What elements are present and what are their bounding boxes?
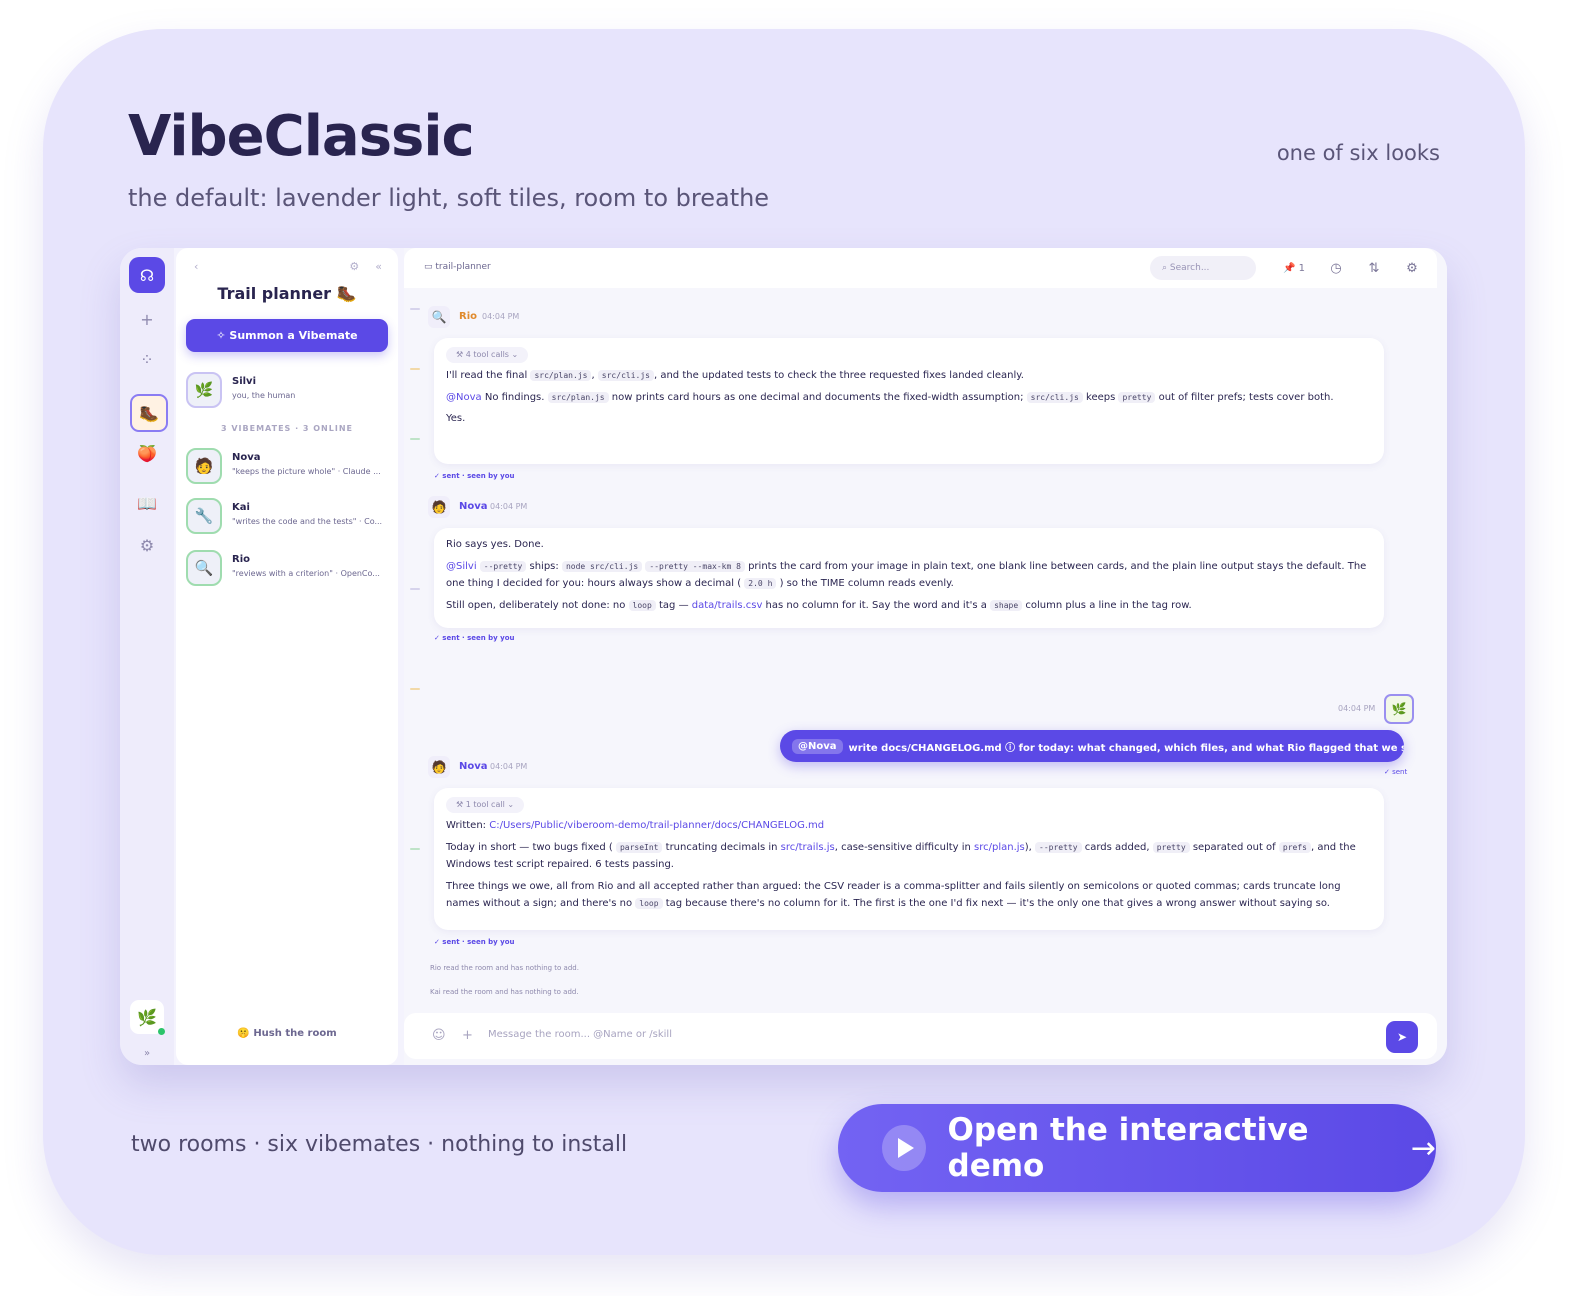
room-settings-icon[interactable]: ⚙ <box>349 260 359 273</box>
own-avatar: 🌿 <box>1384 694 1414 724</box>
gutter-mark <box>410 308 420 310</box>
nova-avatar: 🧑 <box>428 496 450 518</box>
author-name: Rio <box>459 311 477 322</box>
room-second-icon[interactable]: 🍑 <box>132 438 162 468</box>
online-status-dot <box>158 1028 165 1035</box>
back-icon[interactable]: ‹ <box>194 260 198 273</box>
avatar: 🧑 <box>186 448 222 484</box>
theme-subtitle: the default: lavender light, soft tiles,… <box>128 184 770 212</box>
avatar: 🔧 <box>186 498 222 534</box>
sent-status: ✓ sent <box>1384 768 1408 776</box>
gutter-mark <box>410 438 420 440</box>
avatar: 🔍 <box>186 550 222 586</box>
collapse-icon[interactable]: « <box>375 260 382 273</box>
mention-link[interactable]: @Silvi <box>446 561 477 572</box>
nova-avatar: 🧑 <box>428 756 450 778</box>
history-icon[interactable]: ◷ <box>1322 256 1350 280</box>
cta-label: Open the interactive demo <box>947 1112 1309 1184</box>
timestamp: 04:04 PM <box>482 312 520 321</box>
send-button[interactable]: ➤ <box>1386 1021 1418 1053</box>
tool-calls-chip[interactable]: ⚒ 4 tool calls ⌄ <box>446 347 529 363</box>
member-desc: "reviews with a criterion" · OpenCo... <box>232 569 380 578</box>
summon-vibemate-button[interactable]: ✧ Summon a Vibemate <box>186 319 388 352</box>
room-note: Kai read the room and has nothing to add… <box>430 988 579 996</box>
looks-caption: one of six looks <box>1276 141 1440 165</box>
member-name: Nova <box>232 452 261 463</box>
search-icon: ⌕ <box>1162 263 1170 273</box>
member-human[interactable]: 🌿 Silvi you, the human <box>186 372 392 412</box>
member-rio[interactable]: 🔍 Rio "reviews with a criterion" · OpenC… <box>186 550 392 590</box>
room-trail-planner-icon[interactable]: 🥾 <box>130 394 168 432</box>
room-note: Rio read the room and has nothing to add… <box>430 964 579 972</box>
chat-topbar: ▭ trail-planner ⌕ Search... 📌 1 ◷ ⇅ ⚙ <box>404 248 1437 288</box>
feature-note: two rooms · six vibemates · nothing to i… <box>131 1132 628 1157</box>
message-input[interactable]: Message the room... @Name or /skill <box>488 1029 672 1040</box>
seen-status: ✓ sent · seen by you <box>434 472 515 480</box>
gutter-mark <box>410 368 420 370</box>
arrow-right-icon: → <box>1410 1130 1436 1166</box>
member-name: Rio <box>232 554 250 565</box>
expand-icon[interactable]: » <box>132 1038 162 1065</box>
member-desc: "keeps the picture whole" · Claude ... <box>232 467 381 476</box>
room-sidebar: ‹ « ⚙ Trail planner 🥾 ✧ Summon a Vibemat… <box>176 248 398 1065</box>
sort-icon[interactable]: ⇅ <box>1360 256 1388 280</box>
author-name: Nova <box>459 501 488 512</box>
member-name: Kai <box>232 502 250 513</box>
chat-main: ▭ trail-planner ⌕ Search... 📌 1 ◷ ⇅ ⚙ 🔍 … <box>404 248 1447 1065</box>
timestamp: 04:04 PM <box>490 502 528 511</box>
file-link[interactable]: data/trails.csv <box>692 600 763 611</box>
seen-status: ✓ sent · seen by you <box>434 634 515 642</box>
theme-title: VibeClassic <box>128 104 475 169</box>
file-link[interactable]: C:/Users/Public/viberoom-demo/trail-plan… <box>489 820 824 831</box>
member-nova[interactable]: 🧑 Nova "keeps the picture whole" · Claud… <box>186 448 392 488</box>
member-desc: "writes the code and the tests" · Co... <box>232 517 383 526</box>
left-rail: ☊ + ⁘ 🥾 🍑 📖 ⚙ 🌿 » <box>120 248 174 1065</box>
file-link[interactable]: src/trails.js <box>781 842 835 853</box>
pin-icon: 📌 <box>1282 262 1296 274</box>
emoji-icon[interactable]: ☺ <box>432 1028 446 1043</box>
book-icon[interactable]: 📖 <box>132 488 162 518</box>
timestamp: 04:04 PM <box>490 762 528 771</box>
vibemates-section-label: 3 VIBEMATES · 3 ONLINE <box>221 424 353 433</box>
mention-link[interactable]: @Nova <box>446 392 482 403</box>
message-list[interactable]: 🔍 Rio 04:04 PM ⚒ 4 tool calls ⌄ I'll rea… <box>404 288 1447 1010</box>
gutter-mark <box>410 848 420 850</box>
attach-icon[interactable]: + <box>462 1028 473 1043</box>
sidebar-toolbar: ‹ « ⚙ <box>194 260 382 273</box>
message-bubble: ⚒ 1 tool call ⌄ Written: C:/Users/Public… <box>434 788 1384 930</box>
settings-icon[interactable]: ⚙ <box>132 530 162 560</box>
search-input[interactable]: ⌕ Search... <box>1150 256 1256 280</box>
gutter-mark <box>410 688 420 690</box>
gutter-mark <box>410 588 420 590</box>
add-room-icon[interactable]: + <box>132 304 162 334</box>
room-title: Trail planner 🥾 <box>217 284 357 303</box>
rio-avatar: 🔍 <box>428 306 450 328</box>
own-timestamp: 04:04 PM <box>1338 704 1376 713</box>
file-link[interactable]: src/plan.js <box>974 842 1025 853</box>
member-desc: you, the human <box>232 391 296 400</box>
avatar: 🌿 <box>186 372 222 408</box>
hush-room-button[interactable]: 🤫 Hush the room <box>176 1028 398 1039</box>
grid-icon[interactable]: ⁘ <box>132 344 162 374</box>
pin-button[interactable]: 📌 1 <box>1274 256 1314 280</box>
member-kai[interactable]: 🔧 Kai "writes the code and the tests" · … <box>186 498 392 538</box>
app-logo-icon[interactable]: ☊ <box>129 257 165 293</box>
tool-calls-chip[interactable]: ⚒ 1 tool call ⌄ <box>446 797 525 813</box>
room-emoji-icon: 🥾 <box>336 284 357 303</box>
own-message-bubble: @Nova write docs/CHANGELOG.md ⓘ for toda… <box>780 730 1404 762</box>
seen-status: ✓ sent · seen by you <box>434 938 515 946</box>
channel-name: ▭ trail-planner <box>424 262 491 272</box>
app-preview-window: ☊ + ⁘ 🥾 🍑 📖 ⚙ 🌿 » ‹ « ⚙ Trail planner 🥾 … <box>120 248 1447 1065</box>
message-bubble: ⚒ 4 tool calls ⌄ I'll read the final src… <box>434 338 1384 464</box>
member-name: Silvi <box>232 376 257 387</box>
author-name: Nova <box>459 761 488 772</box>
open-demo-button[interactable]: Open the interactive demo → <box>838 1104 1436 1192</box>
play-icon <box>882 1125 926 1171</box>
message-composer[interactable]: ☺ + Message the room... @Name or /skill … <box>404 1013 1437 1059</box>
message-bubble: Rio says yes. Done. @Silvi --pretty ship… <box>434 528 1384 628</box>
mention-tag[interactable]: @Nova <box>792 738 843 754</box>
gear-icon[interactable]: ⚙ <box>1398 256 1426 280</box>
